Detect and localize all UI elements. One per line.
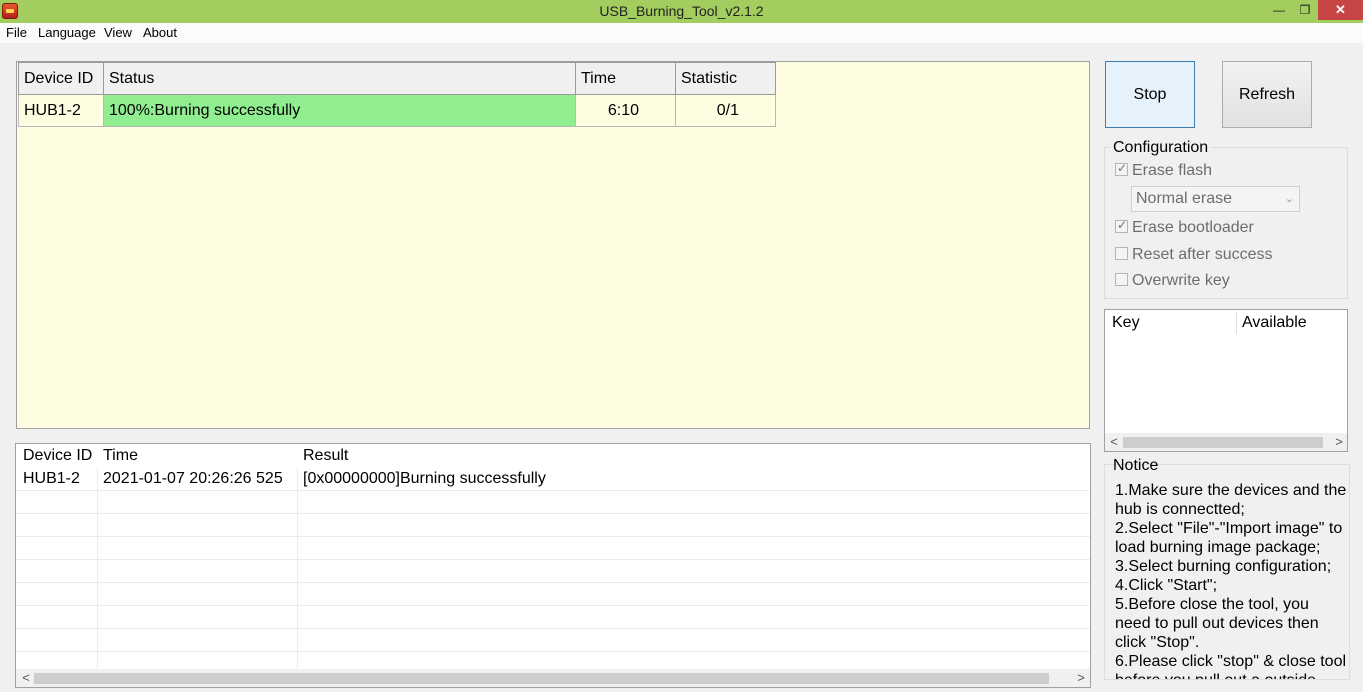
key-col-key[interactable]: Key [1112,314,1140,332]
stop-button[interactable]: Stop [1105,61,1195,128]
window-title: USB_Burning_Tool_v2.1.2 [599,3,764,19]
log-row-empty [16,606,1090,629]
scroll-right-icon[interactable]: > [1073,670,1089,685]
scroll-left-icon[interactable]: < [1106,434,1122,449]
checkbox-checked-icon[interactable] [1115,218,1128,233]
close-button[interactable]: ✕ [1318,0,1363,20]
checkbox-unchecked-icon[interactable] [1115,273,1128,286]
scroll-thumb[interactable] [1123,437,1323,448]
erase-flash-label: Erase flash [1132,162,1213,179]
erase-flash-checkbox[interactable]: Erase flash [1115,161,1213,180]
log-row[interactable]: HUB1-2 2021-01-07 20:26:26 525 [0x000000… [16,468,1090,491]
col-device-id[interactable]: Device ID [18,62,104,95]
scroll-left-icon[interactable]: < [18,670,34,685]
log-row-empty [16,560,1090,583]
menu-about[interactable]: About [143,25,177,40]
menu-bar: File Language View About [0,23,1363,43]
log-row-empty [16,583,1090,606]
scroll-right-icon[interactable]: > [1331,434,1347,449]
key-horizontal-scrollbar[interactable]: < > [1105,433,1347,451]
menu-language[interactable]: Language [38,25,96,40]
status-cell: 100%:Burning successfully [103,94,576,127]
title-bar: USB_Burning_Tool_v2.1.2 — ❐ ✕ [0,0,1363,23]
configuration-title: Configuration [1110,139,1212,157]
device-table: Device ID Status Time Statistic HUB1-2 1… [18,62,776,127]
log-time: 2021-01-07 20:26:26 525 [103,470,283,487]
log-device-id: HUB1-2 [23,470,80,487]
notice-title: Notice [1113,457,1159,474]
col-status[interactable]: Status [103,62,576,95]
device-table-header: Device ID Status Time Statistic [18,62,776,95]
log-header: Device ID Time Result [16,444,1090,468]
key-col-available[interactable]: Available [1242,314,1307,332]
reset-after-success-label: Reset after success [1132,246,1273,263]
chevron-down-icon: ⌄ [1284,192,1294,205]
time-cell: 6:10 [575,94,676,127]
device-id-cell: HUB1-2 [18,94,104,127]
menu-file[interactable]: File [6,25,27,40]
log-col-device-id[interactable]: Device ID [23,447,92,465]
reset-after-success-checkbox[interactable]: Reset after success [1115,246,1273,264]
checkbox-checked-icon[interactable] [1115,161,1128,176]
minimize-button[interactable]: — [1266,0,1292,20]
key-list[interactable]: Key Available < > [1104,309,1348,452]
checkbox-unchecked-icon[interactable] [1115,247,1128,260]
menu-view[interactable]: View [104,25,132,40]
notice-text: 1.Make sure the devices and the hub is c… [1115,482,1347,679]
log-result: [0x00000000]Burning successfully [303,470,546,487]
log-row-empty [16,629,1090,652]
device-table-panel: Device ID Status Time Statistic HUB1-2 1… [16,61,1090,429]
key-column-divider [1236,312,1237,334]
maximize-button[interactable]: ❐ [1292,0,1318,20]
overwrite-key-checkbox[interactable]: Overwrite key [1115,272,1230,290]
notice-group: 1.Make sure the devices and the hub is c… [1104,464,1350,680]
erase-mode-select[interactable]: Normal erase ⌄ [1131,186,1300,212]
col-time[interactable]: Time [575,62,676,95]
log-col-time[interactable]: Time [103,447,138,465]
scroll-thumb[interactable] [34,673,1049,684]
col-statistic[interactable]: Statistic [675,62,776,95]
device-row[interactable]: HUB1-2 100%:Burning successfully 6:10 0/… [18,94,776,127]
log-list[interactable]: Device ID Time Result HUB1-2 2021-01-07 … [15,443,1091,688]
erase-bootloader-checkbox[interactable]: Erase bootloader [1115,218,1254,237]
log-row-empty [16,537,1090,560]
log-row-empty [16,514,1090,537]
refresh-button[interactable]: Refresh [1222,61,1312,128]
statistic-cell: 0/1 [675,94,776,127]
log-col-result[interactable]: Result [303,447,348,465]
erase-mode-value: Normal erase [1136,190,1233,207]
log-row-empty [16,491,1090,514]
erase-bootloader-label: Erase bootloader [1132,219,1254,236]
overwrite-key-label: Overwrite key [1132,272,1230,289]
log-horizontal-scrollbar[interactable]: < > [16,669,1090,687]
